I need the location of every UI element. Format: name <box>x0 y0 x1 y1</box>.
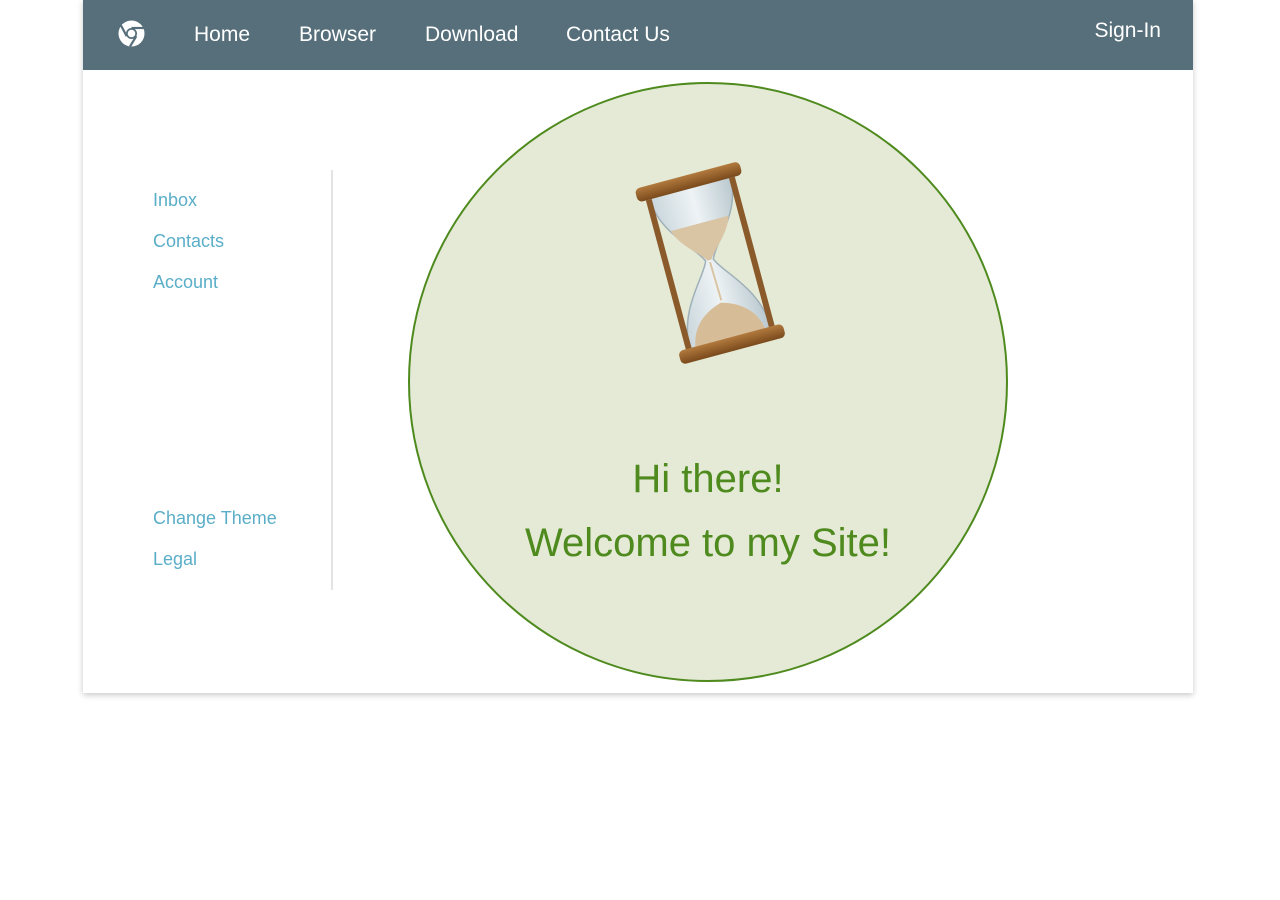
nav-link-home[interactable]: Home <box>194 22 250 48</box>
nav-link-download[interactable]: Download <box>425 22 518 48</box>
sidebar-item-inbox[interactable]: Inbox <box>153 189 197 211</box>
nav-link-contact-us[interactable]: Contact Us <box>566 22 670 48</box>
sidebar-divider <box>331 170 333 590</box>
hourglass-icon <box>630 152 790 372</box>
sidebar-item-account[interactable]: Account <box>153 271 218 293</box>
sidebar-item-legal[interactable]: Legal <box>153 548 197 570</box>
sidebar-item-contacts[interactable]: Contacts <box>153 230 224 252</box>
sidebar-item-change-theme[interactable]: Change Theme <box>153 507 277 529</box>
hero-circle: Hi there! Welcome to my Site! <box>408 82 1008 682</box>
hero-welcome: Welcome to my Site! <box>524 521 892 565</box>
nav-link-browser[interactable]: Browser <box>299 22 376 48</box>
hero-greeting: Hi there! <box>632 457 784 501</box>
page-card: Home Browser Download Contact Us Sign-In… <box>83 0 1193 693</box>
top-navbar: Home Browser Download Contact Us Sign-In <box>83 0 1193 70</box>
sign-in-link[interactable]: Sign-In <box>1094 18 1161 44</box>
chrome-logo-icon[interactable] <box>118 20 145 48</box>
